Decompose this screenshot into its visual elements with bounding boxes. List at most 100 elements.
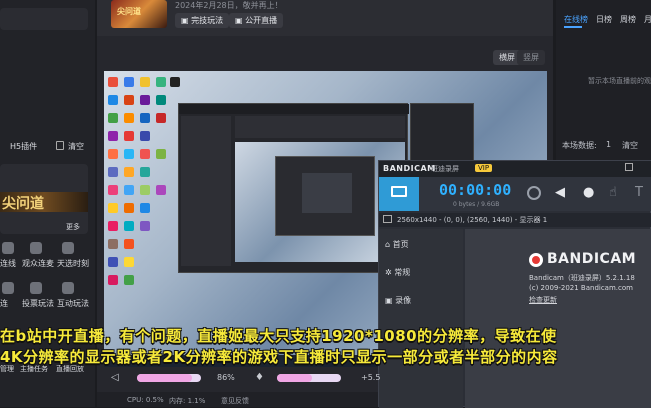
star-icon [2,282,14,294]
app-icon [124,95,134,105]
audio-bar: ◁ 86% ♦ +5.5 [97,368,381,388]
app-icon [156,77,166,87]
cpu-usage: CPU: 0.5% [127,396,164,404]
app-icon [124,113,134,123]
right-panel: 在线榜 日榜 周榜 月 暂示本场直播前的观众 本场数据: 1 清空 [556,0,651,160]
app-icon [140,131,150,141]
tab-daily[interactable]: 日榜 [596,14,612,25]
cover-thumb-text: 尖问道 [117,7,141,16]
mic-icon[interactable]: ♦ [255,372,264,383]
app-icon [140,221,150,231]
tab-portrait[interactable]: 竖屏 [517,50,545,65]
app-icon [124,131,134,141]
gain-value: +5.5 [361,373,381,382]
nested-live-window [178,103,409,273]
clear-button[interactable]: 清空 [622,140,638,151]
nested-window-2 [275,156,375,236]
vip-badge[interactable]: VIP [475,164,493,172]
video-icon: ▣ [385,296,396,305]
activity-card: 尖问道 更多 [0,164,88,234]
public-live-label: 公开直播 [245,16,278,25]
tab-online[interactable]: 在线榜 [564,14,588,25]
status-bar: CPU: 0.5% 内存: 1.1% 意见反馈 [97,392,378,407]
screen-mode-button[interactable] [379,177,419,211]
tool-label-4: 连 [0,299,8,308]
tab-weekly[interactable]: 周榜 [620,14,636,25]
home-icon: ⌂ [385,240,393,249]
tool-hudong[interactable] [62,282,74,297]
count-value: 1 [606,140,612,149]
nav-video[interactable]: ▣ 录像 [385,295,411,306]
nested-left [181,116,231,266]
cursor-icon[interactable]: ☝ [609,185,617,200]
speaker-icon[interactable]: ◁ [111,372,119,383]
tab-monthly[interactable]: 月 [644,14,651,25]
webcam-icon[interactable] [527,186,541,200]
app-icon [124,275,134,285]
app-icon [124,257,134,267]
bandicam-titlebar: BANDICAM 班迪录屏 VIP [379,161,651,177]
vote-icon [30,282,42,294]
app-icon [124,167,134,177]
feedback-link[interactable]: 意见反馈 [221,396,249,406]
app-icon [108,149,118,159]
game-icon [62,282,74,294]
text-icon[interactable]: T [635,185,643,200]
mic-slider[interactable] [277,374,341,382]
tool-label-2: 观众连麦 [22,259,54,268]
tab-underline [564,26,582,28]
tool-tianxuan[interactable] [62,242,74,257]
h5-plugin-label[interactable]: H5插件 [10,141,37,152]
screen-icon: ▣ [235,16,246,25]
nav-video-label: 录像 [395,296,412,305]
nav-general[interactable]: ✲ 常规 [385,267,410,278]
app-icon [108,185,118,195]
empty-hint: 暂示本场直播前的观众 [588,77,651,85]
game-play-button[interactable]: ▣ 完技玩法 [175,13,230,28]
tool-toupiao[interactable] [30,282,42,297]
app-icon [108,77,118,87]
capture-info-bar: 2560x1440 - (0, 0), (2560, 1440) - 显示器 1 [379,213,651,227]
nav-home[interactable]: ⌂ 首页 [385,239,409,250]
nav-home-label: 首页 [392,240,409,249]
bandicam-content: BANDICAM Bandicam（班迪录屏）5.2.1.18 (c) 2009… [465,229,651,408]
check-update-link[interactable]: 检查更新 [529,295,557,305]
more-link[interactable]: 更多 [66,222,80,232]
app-icon [108,239,118,249]
app-icon [140,149,150,159]
app-icon [108,131,118,141]
clear-label[interactable]: 清空 [68,141,84,152]
public-live-button[interactable]: ▣ 公开直播 [229,13,284,28]
folder-icon[interactable] [625,163,633,171]
trash-icon[interactable] [56,141,64,150]
app-icon [108,221,118,231]
app-icon [108,203,118,213]
speaker-icon[interactable]: ◀ [555,185,565,200]
cover-thumbnail[interactable]: 尖问道 [111,0,167,28]
memory-usage: 内存: 1.1% [169,397,206,405]
subtitle-line-1: 在b站中开直播，有个问题，直播姬最大只支持1920*1080的分辨率，导致在使 [0,327,557,345]
app-icon [124,185,134,195]
nested-titlebar [179,104,409,114]
volume-slider[interactable] [137,374,201,382]
bandicam-toolbar: 00:00:00 0 bytes / 9.6GB ◀ ● ☝ T [379,177,651,211]
app-icon [124,221,134,231]
tool-lianxian[interactable] [2,242,14,257]
nested-window-3 [302,173,352,213]
app-icon [124,77,134,87]
stream-header: 尖问道 2024年2月28日，敬并再上！ ▣ 完技玩法 ▣ 公开直播 [97,0,553,36]
app-icon [156,149,166,159]
app-icon [170,77,180,87]
app-icon [156,95,166,105]
tool-label-5: 投票玩法 [22,299,54,308]
mic-icon[interactable]: ● [583,185,594,200]
app-icon [108,257,118,267]
tool-lian[interactable] [2,282,14,297]
activity-banner[interactable]: 尖问道 [0,192,88,212]
gamepad-icon: ▣ [181,16,192,25]
app-icon [108,95,118,105]
app-icon [108,275,118,285]
nested-header [235,116,405,138]
app-icon [124,203,134,213]
tool-guanzhong[interactable] [30,242,42,257]
